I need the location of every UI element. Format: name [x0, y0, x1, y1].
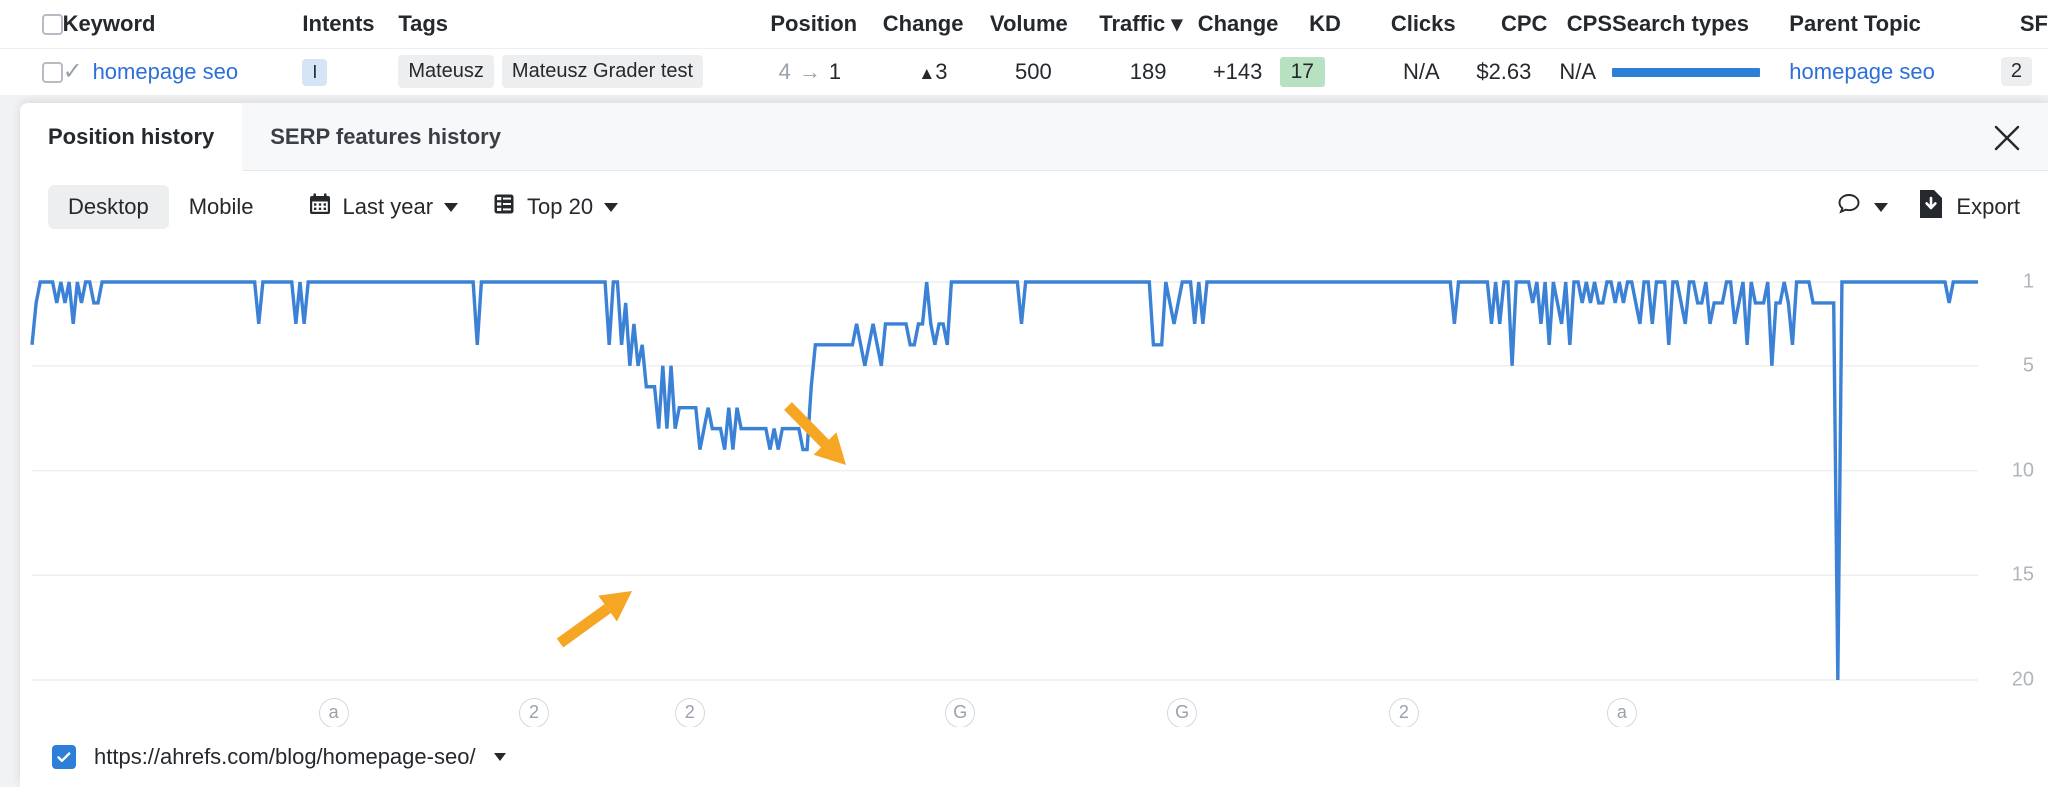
col-position[interactable]: Position — [703, 0, 857, 48]
col-sf[interactable]: SF — [1985, 0, 2048, 48]
col-keyword[interactable]: Keyword — [63, 0, 303, 48]
col-traffic-label: Traffic — [1099, 11, 1165, 36]
cell-change: ▲3 — [857, 48, 963, 95]
panel-tab-bar: Position historySERP features history — [20, 103, 2048, 171]
col-volume[interactable]: Volume — [963, 0, 1067, 48]
col-cps[interactable]: CPS — [1547, 0, 1612, 48]
cell-tags: MateuszMateusz Grader test — [398, 48, 702, 95]
keywords-table: Keyword Intents Tags Position Change Vol… — [0, 0, 2048, 95]
top-filter-label: Top 20 — [527, 194, 593, 220]
left-rail — [0, 0, 20, 787]
cell-traffic-change: +143 — [1182, 48, 1278, 95]
cell-sf: 2 — [1985, 48, 2048, 95]
position-new: 1 — [829, 59, 841, 84]
select-all-cell[interactable] — [0, 0, 63, 48]
date-range-selector[interactable]: Last year — [308, 192, 459, 222]
chart-toolbar: Desktop Mobile Last year Top 20 — [20, 171, 2048, 243]
chevron-down-icon — [444, 203, 458, 212]
date-range-label: Last year — [343, 194, 434, 220]
position-history-panel: Position historySERP features history De… — [20, 103, 2048, 787]
chevron-down-icon[interactable] — [494, 753, 506, 761]
chevron-down-icon — [1874, 203, 1888, 212]
position-line — [32, 282, 1978, 680]
intent-badge[interactable]: I — [302, 59, 327, 86]
table-header-row: Keyword Intents Tags Position Change Vol… — [0, 0, 2048, 48]
toolbar-right-group: Export — [1835, 189, 2020, 225]
chevron-down-icon — [604, 203, 618, 212]
chart-footer: https://ahrefs.com/blog/homepage-seo/ — [20, 727, 2048, 787]
event-marker[interactable]: 2 — [675, 698, 705, 728]
y-tick-label: 20 — [2012, 669, 2034, 692]
calendar-icon — [308, 192, 332, 222]
comment-icon — [1835, 190, 1863, 224]
cell-cpc: $2.63 — [1456, 48, 1548, 95]
cell-traffic: 189 — [1068, 48, 1183, 95]
row-checkbox[interactable] — [42, 62, 63, 83]
close-icon[interactable] — [1990, 121, 2024, 155]
table-row[interactable]: ✓homepage seo I MateuszMateusz Grader te… — [0, 48, 2048, 95]
cell-parent-topic: homepage seo — [1789, 48, 1985, 95]
top-filter-selector[interactable]: Top 20 — [492, 192, 618, 222]
col-clicks[interactable]: Clicks — [1341, 0, 1456, 48]
y-tick-label: 5 — [2023, 354, 2034, 377]
col-intents[interactable]: Intents — [302, 0, 398, 48]
col-traffic[interactable]: Traffic ▾ — [1068, 0, 1183, 48]
cell-search-types — [1612, 48, 1789, 95]
col-change[interactable]: Change — [857, 0, 963, 48]
sort-caret-icon: ▾ — [1165, 11, 1182, 36]
sf-badge: 2 — [2001, 57, 2032, 86]
app-root: Keyword Intents Tags Position Change Vol… — [0, 0, 2048, 787]
position-history-chart[interactable]: 15101520 8 Nov 202331 Dec 202320 Feb 202… — [20, 243, 2048, 673]
event-marker[interactable]: G — [1167, 698, 1197, 728]
url-label[interactable]: https://ahrefs.com/blog/homepage-seo/ — [94, 744, 476, 770]
col-traffic-change[interactable]: Change — [1182, 0, 1278, 48]
y-tick-label: 15 — [2012, 564, 2034, 587]
export-button[interactable]: Export — [1918, 189, 2020, 225]
parent-topic-link[interactable]: homepage seo — [1789, 59, 1935, 84]
event-marker[interactable]: a — [319, 698, 349, 728]
cell-clicks: N/A — [1341, 48, 1456, 95]
event-marker[interactable]: 2 — [519, 698, 549, 728]
search-types-bar — [1612, 68, 1760, 77]
cell-volume: 500 — [963, 48, 1067, 95]
check-icon: ✓ — [63, 57, 93, 86]
device-toggle: Desktop Mobile — [48, 185, 274, 229]
event-marker[interactable]: 2 — [1389, 698, 1419, 728]
keyword-link[interactable]: homepage seo — [93, 59, 239, 84]
device-mobile-button[interactable]: Mobile — [169, 185, 274, 229]
col-kd[interactable]: KD — [1278, 0, 1341, 48]
position-arrow-icon: → — [791, 59, 829, 84]
device-desktop-button[interactable]: Desktop — [48, 185, 169, 229]
col-tags[interactable]: Tags — [398, 0, 702, 48]
col-cpc[interactable]: CPC — [1456, 0, 1548, 48]
y-tick-label: 10 — [2012, 459, 2034, 482]
y-tick-label: 1 — [2023, 271, 2034, 294]
change-up-icon: ▲ — [918, 64, 935, 83]
event-marker[interactable]: a — [1607, 698, 1637, 728]
cell-intents: I — [302, 48, 398, 95]
col-parent-topic[interactable]: Parent Topic — [1789, 0, 1985, 48]
cell-keyword[interactable]: ✓homepage seo — [63, 48, 303, 95]
position-old: 4 — [779, 59, 791, 84]
row-select-cell[interactable] — [0, 48, 63, 95]
select-all-checkbox[interactable] — [42, 14, 63, 35]
annotations-menu[interactable] — [1835, 190, 1888, 224]
list-icon — [492, 192, 516, 222]
col-search-types[interactable]: Search types — [1612, 0, 1789, 48]
cell-position: 4→1 — [703, 48, 857, 95]
export-icon — [1918, 189, 1944, 225]
callout-arrow — [788, 406, 846, 465]
tab-position-history[interactable]: Position history — [20, 103, 242, 171]
tag-chip[interactable]: Mateusz Grader test — [502, 55, 703, 88]
kd-badge: 17 — [1280, 57, 1325, 87]
export-label: Export — [1956, 194, 2020, 220]
change-value: 3 — [935, 59, 947, 84]
cell-kd: 17 — [1278, 48, 1341, 95]
tab-serp-features-history[interactable]: SERP features history — [242, 103, 529, 171]
tag-chip[interactable]: Mateusz — [398, 55, 494, 88]
url-checkbox[interactable] — [52, 745, 76, 769]
callout-arrow — [560, 591, 632, 643]
cell-cps: N/A — [1547, 48, 1612, 95]
